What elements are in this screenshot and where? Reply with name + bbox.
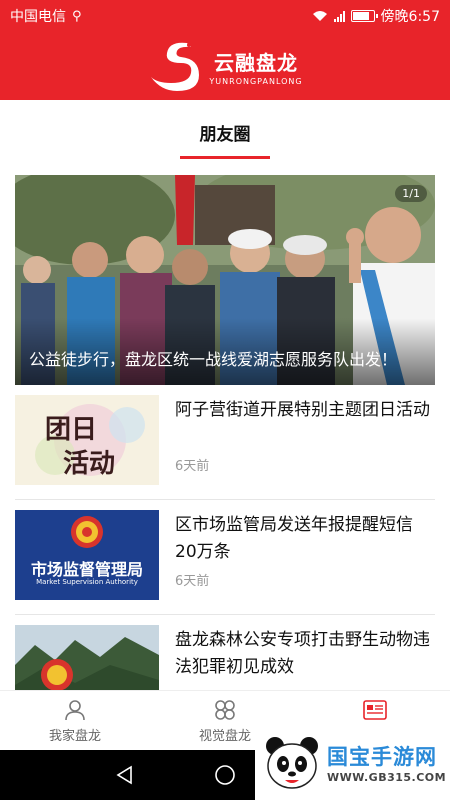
news-title: 盘龙森林公安专项打击野生动物违法犯罪初见成效 <box>175 630 430 677</box>
tab-bar: 朋友圈 <box>0 100 450 162</box>
logo-title: 云融盘龙 <box>214 50 298 75</box>
logo-subtitle: YUNRONGPANLONG <box>209 76 303 86</box>
clock: 傍晚6:57 <box>380 9 440 25</box>
news-time: 6天前 <box>175 574 210 589</box>
back-button[interactable] <box>75 765 175 785</box>
wifi-icon <box>312 10 328 22</box>
signal-icon <box>333 10 345 22</box>
hero-banner[interactable]: 1/1 公益徒步行，盘龙区统一战线爱湖志愿服务队出发！ <box>15 175 435 385</box>
news-title: 阿子营街道开展特别主题团日活动 <box>175 400 430 420</box>
watermark-title: 国宝手游网 <box>327 745 437 769</box>
hero-caption: 公益徒步行，盘龙区统一战线爱湖志愿服务队出发！ <box>15 318 435 385</box>
app-header: 云融盘龙 YUNRONGPANLONG <box>0 32 450 100</box>
watermark: 国宝手游网 WWW.GB315.COM <box>255 725 450 800</box>
thumb-caption-line1: 团日 <box>45 415 98 445</box>
news-thumbnail: 市场监督管理局 Market Supervision Authority <box>15 510 159 600</box>
thumb-caption-line2: Market Supervision Authority <box>36 578 138 586</box>
panda-icon <box>266 736 318 789</box>
nav-label: 我家盘龙 <box>48 729 101 744</box>
news-title: 区市场监管局发送年报提醒短信20万条 <box>175 515 413 562</box>
battery-icon <box>350 10 378 22</box>
watermark-url: WWW.GB315.COM <box>327 771 447 784</box>
thumb-caption-line1: 市场监督管理局 <box>30 560 143 579</box>
home-icon <box>215 765 235 785</box>
nav-label: 视觉盘龙 <box>198 729 251 744</box>
status-bar: 中国电信 ⚲ 傍晚6:57 <box>0 0 450 32</box>
person-icon <box>65 700 85 721</box>
news-item[interactable]: 团日 活动 阿子营街道开展特别主题团日活动 6天前 <box>15 385 435 500</box>
clover-icon <box>215 700 235 720</box>
news-item[interactable]: 市场监督管理局 Market Supervision Authority 区市场… <box>15 500 435 615</box>
dragon-logo-icon <box>147 37 205 95</box>
usb-icon: ⚲ <box>72 8 82 24</box>
thumb-caption-line2: 活动 <box>63 449 116 479</box>
tab-friends-circle[interactable]: 朋友圈 <box>180 100 270 162</box>
carrier-label: 中国电信 <box>10 9 66 25</box>
back-icon <box>116 765 132 785</box>
app-logo: 云融盘龙 YUNRONGPANLONG <box>147 37 302 95</box>
news-icon <box>363 700 387 720</box>
image-counter: 1/1 <box>395 185 427 202</box>
news-thumbnail: 团日 活动 <box>15 395 159 485</box>
nav-my-panlong[interactable]: 我家盘龙 <box>0 691 150 750</box>
news-time: 6天前 <box>175 459 210 474</box>
